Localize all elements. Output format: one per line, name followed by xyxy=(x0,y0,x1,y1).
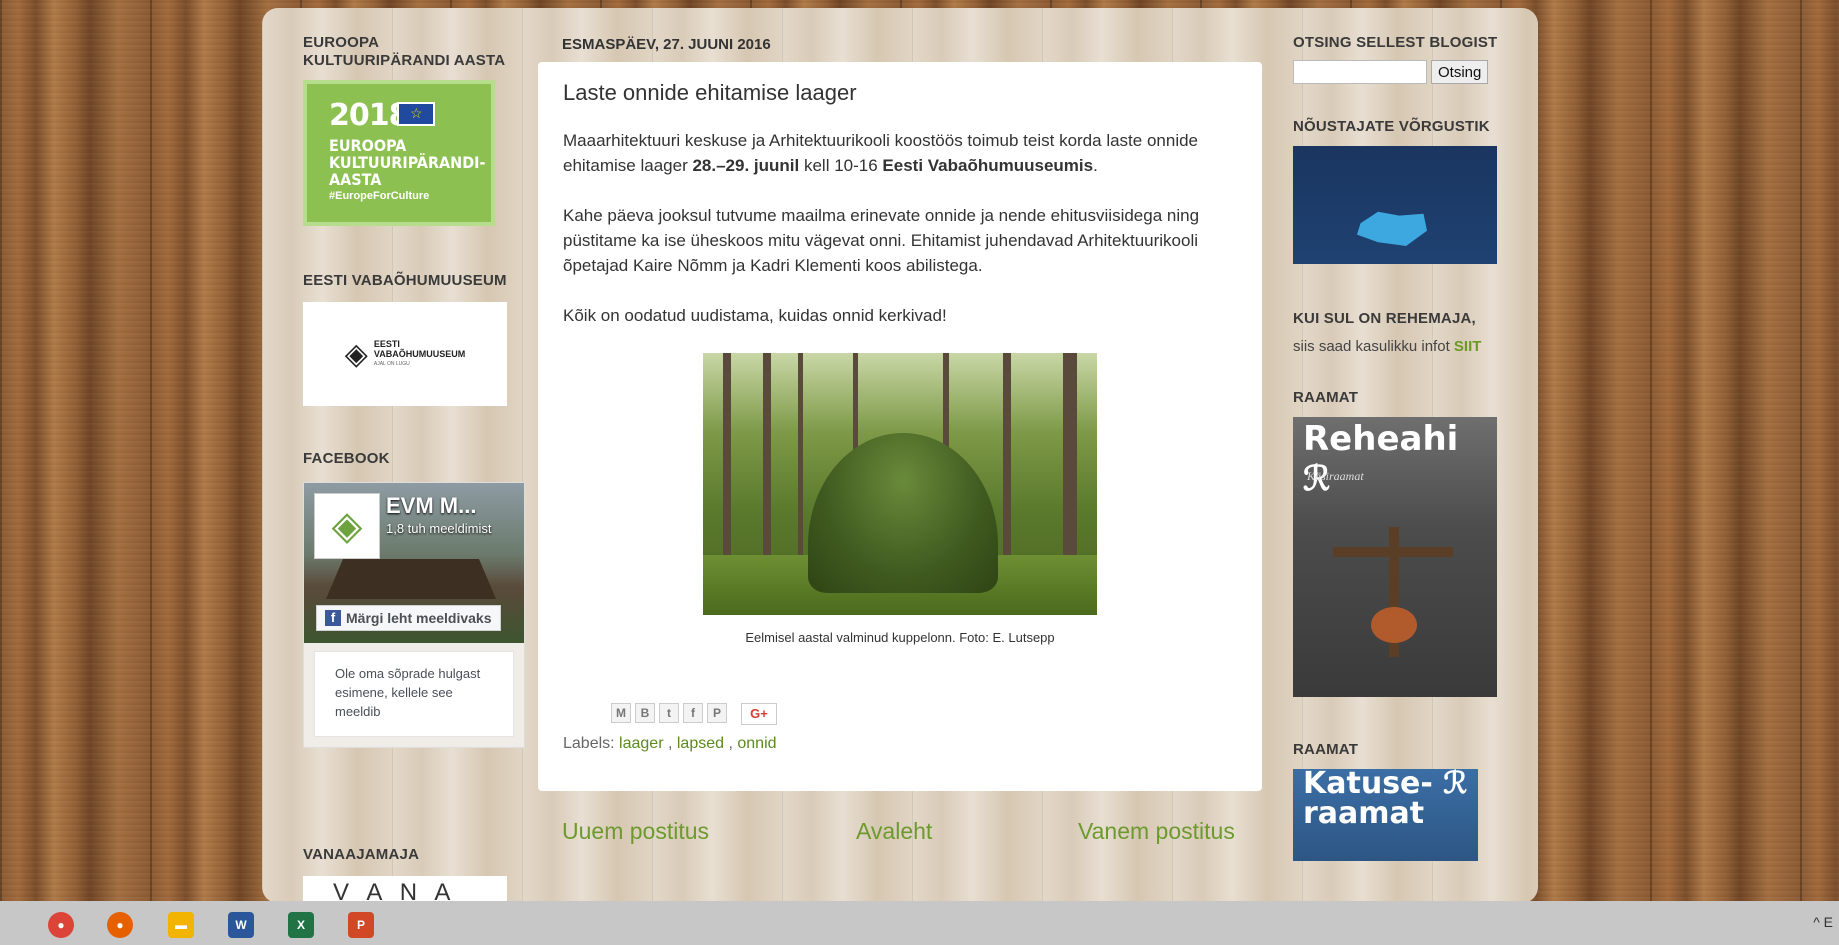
book2-cover-title: Katuse- ℛ raamat xyxy=(1303,769,1467,829)
powerpoint-taskbar-icon[interactable]: P xyxy=(348,912,374,938)
left-sidebar: EUROOPA KULTUURIPÄRANDI AASTA 2018 EUROO… xyxy=(303,34,528,906)
newer-post-link[interactable]: Uuem postitus xyxy=(562,818,709,845)
post-paragraph-3: Kõik on oodatud uudistama, kuidas onnid … xyxy=(563,306,947,325)
windows-taskbar xyxy=(0,901,1839,945)
evm-logo-text: EESTI VABAÕHUMUUSEUM AJAL ON LUGU xyxy=(374,339,465,369)
facebook-page-name[interactable]: EVM M... xyxy=(386,493,476,519)
tree-trunk xyxy=(798,353,803,575)
book1-cover-sub: Käsiraamat xyxy=(1307,469,1364,483)
p1-text-c: kell 10-16 xyxy=(799,156,883,175)
book1-title-text: Reheahi xyxy=(1303,419,1459,459)
tree-trunk xyxy=(723,353,731,575)
book1-cover-title: Reheahi ℛ xyxy=(1303,419,1497,499)
stove-crossbar xyxy=(1333,547,1453,557)
facebook-likes-count: 1,8 tuh meeldimist xyxy=(386,521,492,536)
eu-line1: EUROOPA xyxy=(329,136,407,155)
eu-line2: KULTUURIPÄRANDI- xyxy=(329,153,486,172)
blogger-share-button[interactable]: B xyxy=(635,703,655,723)
eu-flag-icon xyxy=(397,102,435,126)
rehemaja-text-body: siis saad kasulikku infot xyxy=(1293,338,1454,355)
label-link-onnid[interactable]: onnid xyxy=(737,735,776,752)
dome-hut xyxy=(808,433,998,593)
blog-post: Laste onnide ehitamise laager Maaarhitek… xyxy=(538,62,1262,791)
stove-pot xyxy=(1371,607,1417,643)
evm-logo-line1: EESTI xyxy=(373,339,400,349)
photo-caption: Eelmisel aastal valminud kuppelonn. Foto… xyxy=(745,630,1055,645)
network-widget-title: NÕUSTAJATE VÕRGUSTIK xyxy=(1293,118,1490,135)
post-labels: Labels: laager , lapsed , onnid xyxy=(563,735,1237,753)
word-taskbar-icon[interactable]: W xyxy=(228,912,254,938)
chrome-taskbar-icon[interactable]: ● xyxy=(48,912,74,938)
post-title[interactable]: Laste onnide ehitamise laager xyxy=(563,80,1237,106)
facebook-widget-title: FACEBOOK xyxy=(303,450,390,467)
facebook-share-button[interactable]: f xyxy=(683,703,703,723)
label-link-laager[interactable]: laager xyxy=(619,735,663,752)
p1-venue: Eesti Vabaõhumuuseumis xyxy=(882,156,1094,175)
eu-banner-text: EUROOPA KULTUURIPÄRANDI- AASTA xyxy=(329,136,486,189)
tray-text: E xyxy=(1823,914,1833,930)
share-buttons: M B t f P G+ xyxy=(611,703,1237,725)
facebook-page-plugin: ◈ EVM M... 1,8 tuh meeldimist f Märgi le… xyxy=(303,482,525,748)
post-date-header: ESMASPÄEV, 27. JUUNI 2016 xyxy=(562,36,771,53)
gplus-share-button[interactable]: G+ xyxy=(741,703,777,725)
email-share-button[interactable]: M xyxy=(611,703,631,723)
p1-dates: 28.–29. juunil xyxy=(692,156,800,175)
facebook-icon: f xyxy=(325,610,341,626)
file-explorer-taskbar-icon[interactable]: ▬ xyxy=(168,912,194,938)
tray-chevron-icon[interactable]: ^ xyxy=(1813,914,1820,930)
book1-widget-title: RAAMAT xyxy=(1293,389,1359,406)
p1-text-e: . xyxy=(1093,156,1098,175)
evm-logo-line3: AJAL ON LUGU xyxy=(373,361,410,367)
network-map-image[interactable] xyxy=(1293,146,1497,264)
search-form: Otsing xyxy=(1293,60,1503,84)
label-link-lapsed[interactable]: lapsed xyxy=(677,735,724,752)
rehemaja-widget-title: KUI SUL ON REHEMAJA, xyxy=(1293,310,1476,327)
facebook-like-button[interactable]: f Märgi leht meeldivaks xyxy=(316,605,501,631)
rehemaja-link[interactable]: SIIT xyxy=(1454,338,1482,355)
eu-hashtag: #EuropeForCulture xyxy=(329,190,430,202)
search-button[interactable]: Otsing xyxy=(1431,60,1489,84)
post-body: Maaarhitektuuri keskuse ja Arhitektuurik… xyxy=(563,128,1237,328)
older-post-link[interactable]: Vanem postitus xyxy=(1078,818,1235,845)
tree-trunk xyxy=(1003,353,1011,575)
system-tray[interactable]: ^ E xyxy=(1813,914,1833,930)
post-paragraph-2: Kahe päeva jooksul tutvume maailma erine… xyxy=(563,206,1200,275)
vanaajamaja-widget-title: VANAAJAMAJA xyxy=(303,846,420,863)
hut-photo[interactable] xyxy=(703,353,1097,615)
facebook-avatar[interactable]: ◈ xyxy=(314,493,380,559)
firefox-taskbar-icon[interactable]: ● xyxy=(107,912,133,938)
rehemaja-text: siis saad kasulikku infot SIIT xyxy=(1293,338,1503,355)
book-logo-icon: ℛ xyxy=(1443,769,1468,801)
katuseraamat-book-cover[interactable]: Katuse- ℛ raamat xyxy=(1293,769,1478,861)
estonia-map xyxy=(1357,211,1427,246)
reheahi-book-cover[interactable]: Reheahi ℛ Käsiraamat xyxy=(1293,417,1497,697)
post-figure: Eelmisel aastal valminud kuppelonn. Foto… xyxy=(563,353,1237,645)
search-input[interactable] xyxy=(1293,60,1427,84)
evm-logo-icon: ◈ xyxy=(344,337,368,371)
label-separator: , xyxy=(663,735,677,752)
post-paragraph-1: Maaarhitektuuri keskuse ja Arhitektuurik… xyxy=(563,128,1237,178)
pinterest-share-button[interactable]: P xyxy=(707,703,727,723)
evm-widget-title: EESTI VABAÕHUMUUSEUM xyxy=(303,272,507,289)
search-widget-title: OTSING SELLEST BLOGIST xyxy=(1293,34,1498,51)
facebook-friends-text: Ole oma sõprade hulgast esimene, kellele… xyxy=(314,651,514,737)
excel-taskbar-icon[interactable]: X xyxy=(288,912,314,938)
eu-widget-title: EUROOPA KULTUURIPÄRANDI AASTA xyxy=(303,34,506,69)
facebook-cover[interactable]: ◈ EVM M... 1,8 tuh meeldimist f Märgi le… xyxy=(304,483,524,643)
facebook-like-label: Märgi leht meeldivaks xyxy=(346,610,492,626)
label-separator: , xyxy=(724,735,738,752)
evm-logo-link[interactable]: ◈ EESTI VABAÕHUMUUSEUM AJAL ON LUGU xyxy=(303,302,507,406)
twitter-share-button[interactable]: t xyxy=(659,703,679,723)
labels-prefix: Labels: xyxy=(563,735,620,752)
eu-line3: AASTA xyxy=(329,170,382,189)
tree-trunk xyxy=(763,353,771,575)
right-sidebar: OTSING SELLEST BLOGIST Otsing NÕUSTAJATE… xyxy=(1293,34,1503,861)
tree-trunk xyxy=(1063,353,1077,575)
book2-widget-title: RAAMAT xyxy=(1293,741,1359,758)
cover-barn-roof xyxy=(326,559,496,599)
eu-heritage-banner[interactable]: 2018 EUROOPA KULTUURIPÄRANDI- AASTA #Eur… xyxy=(303,80,495,226)
evm-logo-line2: VABAÕHUMUUSEUM xyxy=(373,349,466,359)
book2-line2: raamat xyxy=(1303,796,1425,831)
home-link[interactable]: Avaleht xyxy=(856,818,932,845)
